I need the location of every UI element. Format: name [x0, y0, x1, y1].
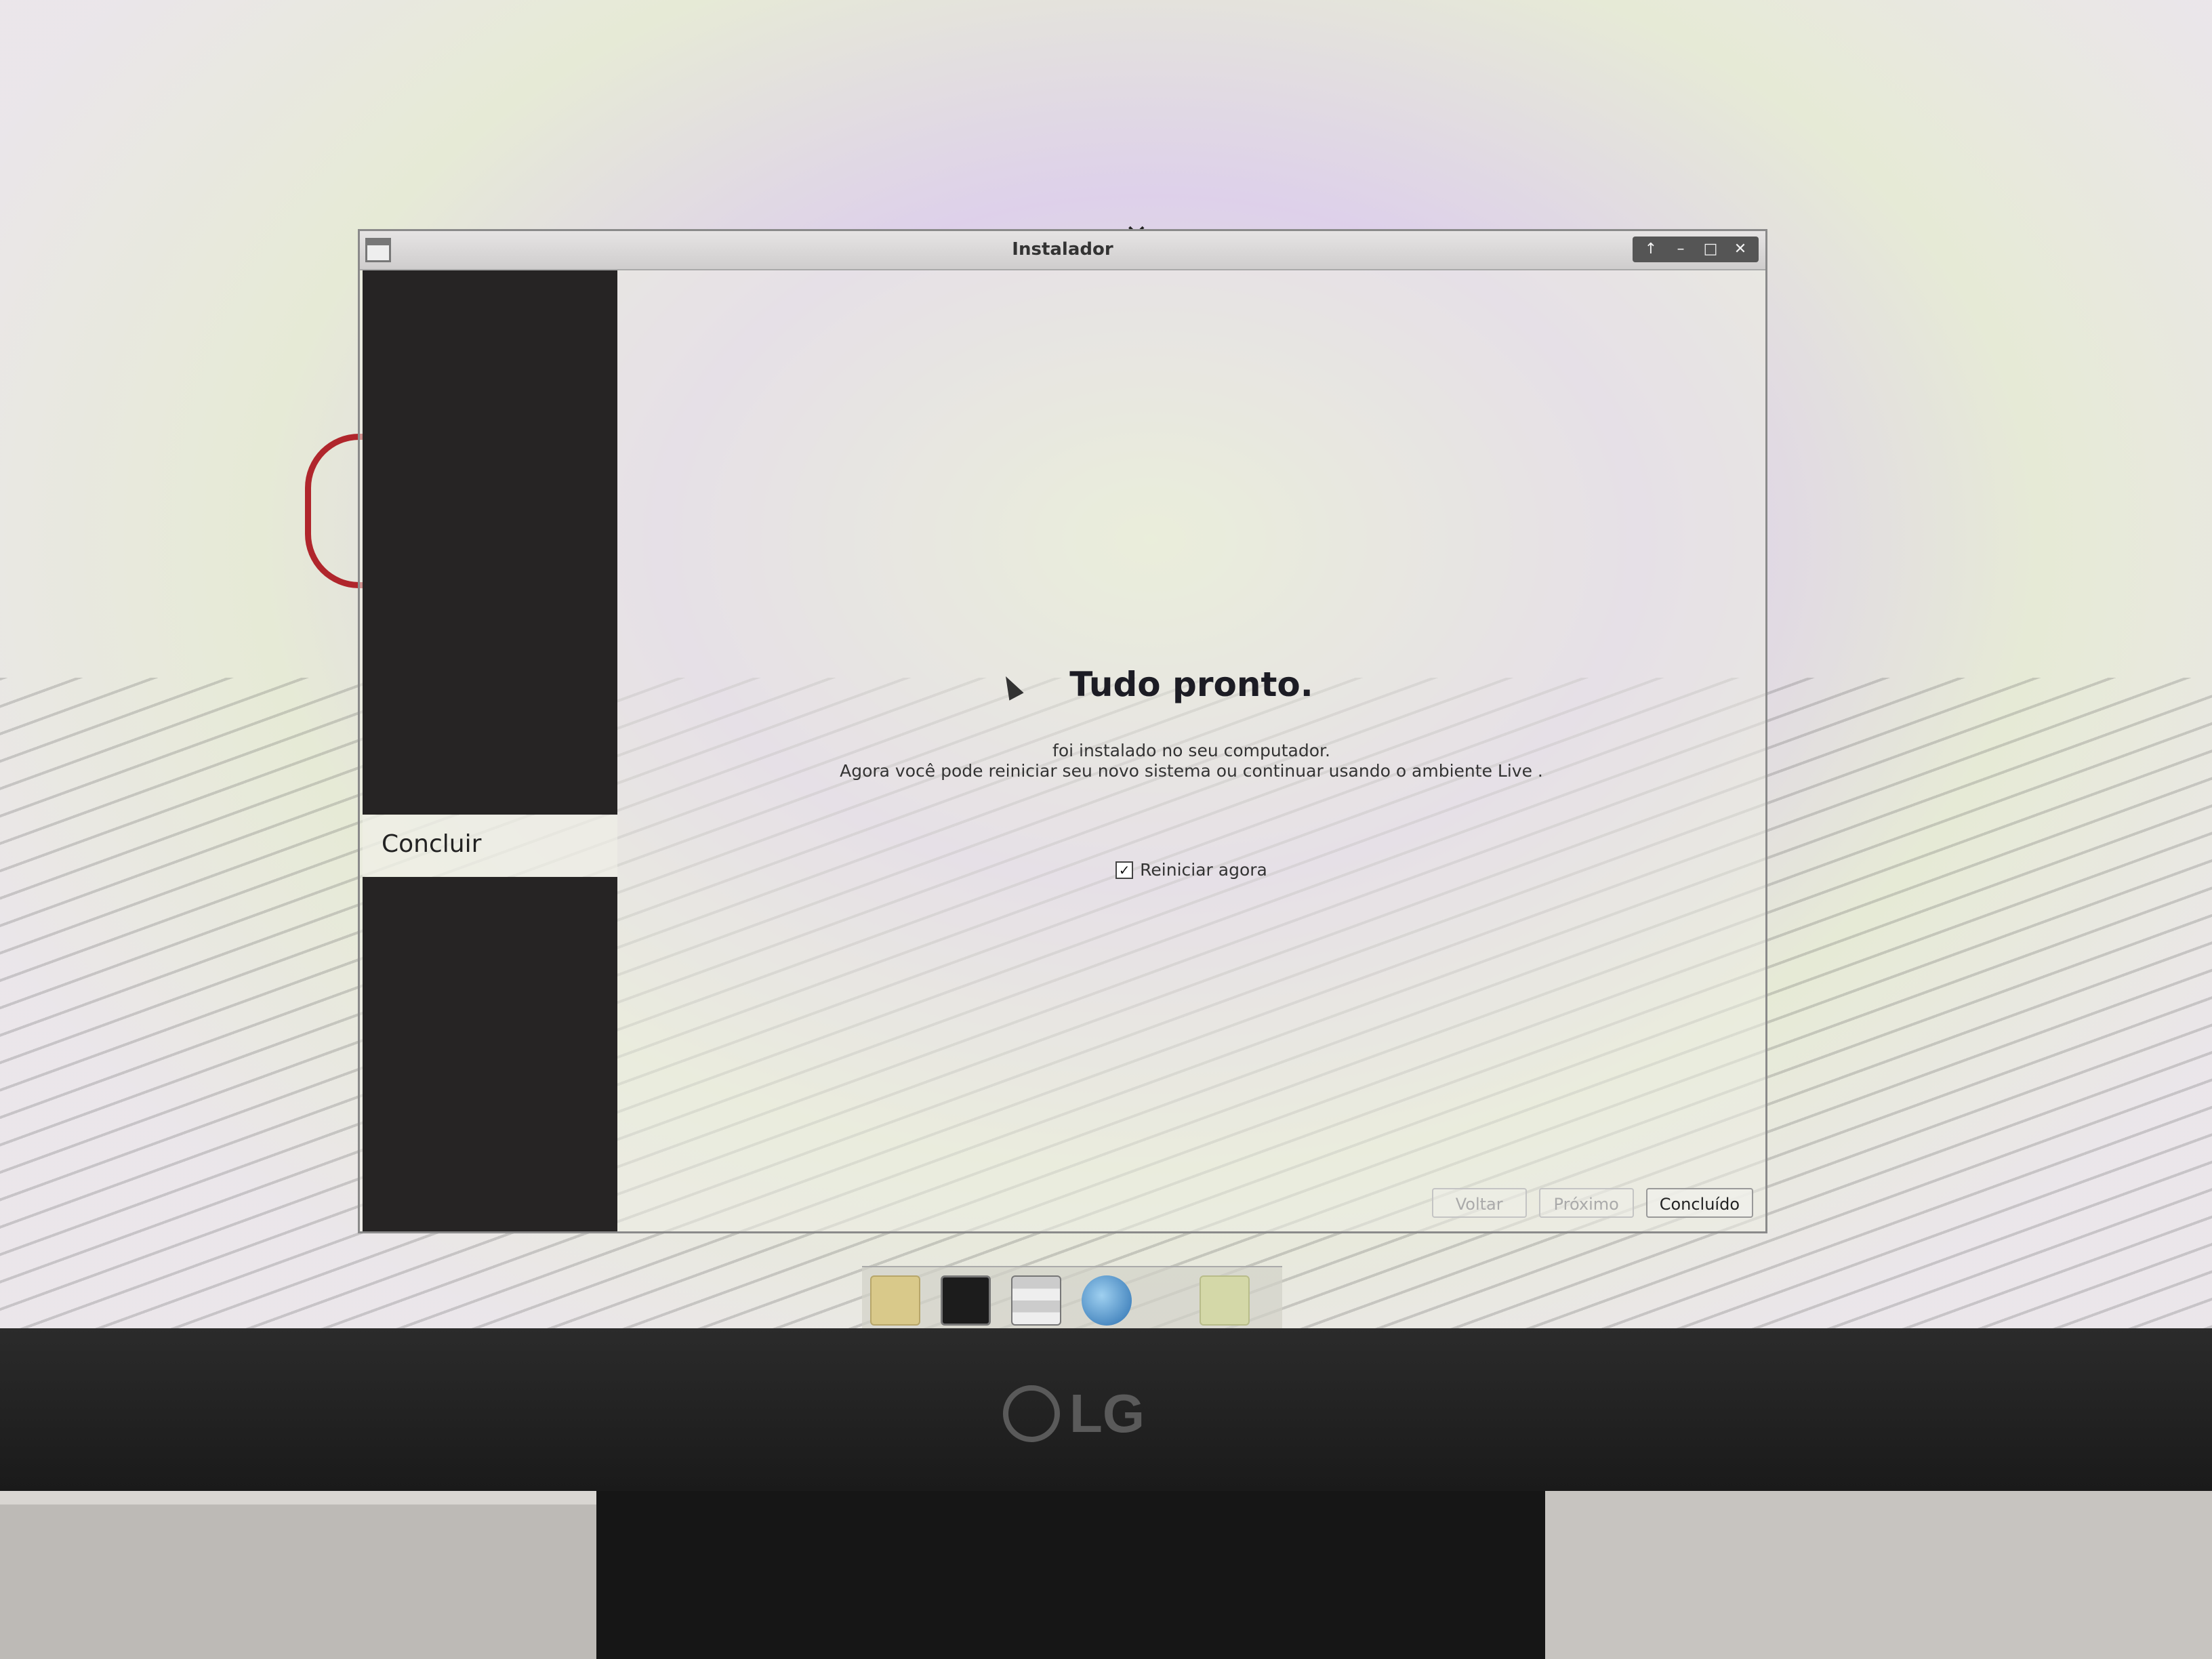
lg-logo-icon: [1003, 1385, 1060, 1442]
monitor-stand: [596, 1491, 1545, 1659]
restart-now-checkbox[interactable]: ✓: [1115, 861, 1134, 879]
monitor-brand: LG: [1069, 1383, 1145, 1443]
next-button[interactable]: Próximo: [1538, 1188, 1634, 1218]
browser-icon[interactable]: [1082, 1275, 1132, 1326]
sidebar-panel-top: [363, 270, 617, 815]
restart-now-option[interactable]: ✓ Reiniciar agora: [617, 860, 1765, 880]
desk-surface-right: [1545, 1491, 2212, 1659]
window-controls: ↑ – □ ✕: [1633, 237, 1759, 262]
minimize-button[interactable]: –: [1671, 239, 1691, 260]
monitor-logo: LG: [1003, 1382, 1145, 1445]
file-manager-icon[interactable]: [1011, 1275, 1061, 1326]
close-button[interactable]: ✕: [1730, 239, 1750, 260]
page-title: Tudo pronto.: [1069, 665, 1313, 704]
restart-now-label[interactable]: Reiniciar agora: [1140, 860, 1267, 880]
desk-surface-left: [0, 1504, 596, 1659]
done-button[interactable]: Concluído: [1645, 1188, 1753, 1218]
main-content: Tudo pronto. foi instalado no seu comput…: [617, 270, 1765, 1231]
keep-above-button[interactable]: ↑: [1641, 239, 1661, 260]
message-line-1: foi instalado no seu computador.: [1052, 741, 1330, 760]
folder-icon[interactable]: [1200, 1275, 1250, 1326]
terminal-icon[interactable]: [941, 1275, 991, 1326]
sidebar-step-label: Concluir: [382, 830, 482, 858]
maximize-button[interactable]: □: [1700, 239, 1721, 260]
window-title: Instalador: [1012, 239, 1113, 260]
desktop: ✕ Instalador ↑ – □ ✕ Concluir Tudo pront…: [0, 0, 2212, 1349]
message-line-2: Agora você pode reiniciar seu novo siste…: [840, 761, 1543, 781]
installer-window: Instalador ↑ – □ ✕ Concluir Tudo pronto.…: [358, 229, 1767, 1233]
sidebar-panel-bottom: [363, 877, 617, 1231]
sidebar-step-current: Concluir: [363, 815, 617, 876]
taskbar-dock: [862, 1266, 1282, 1334]
navigation-buttons: Voltar Próximo Concluído: [1431, 1188, 1753, 1218]
home-folder-icon[interactable]: [870, 1275, 920, 1326]
window-titlebar[interactable]: Instalador ↑ – □ ✕: [360, 231, 1765, 270]
back-button[interactable]: Voltar: [1431, 1188, 1527, 1218]
completion-message: foi instalado no seu computador. Agora v…: [617, 741, 1765, 781]
